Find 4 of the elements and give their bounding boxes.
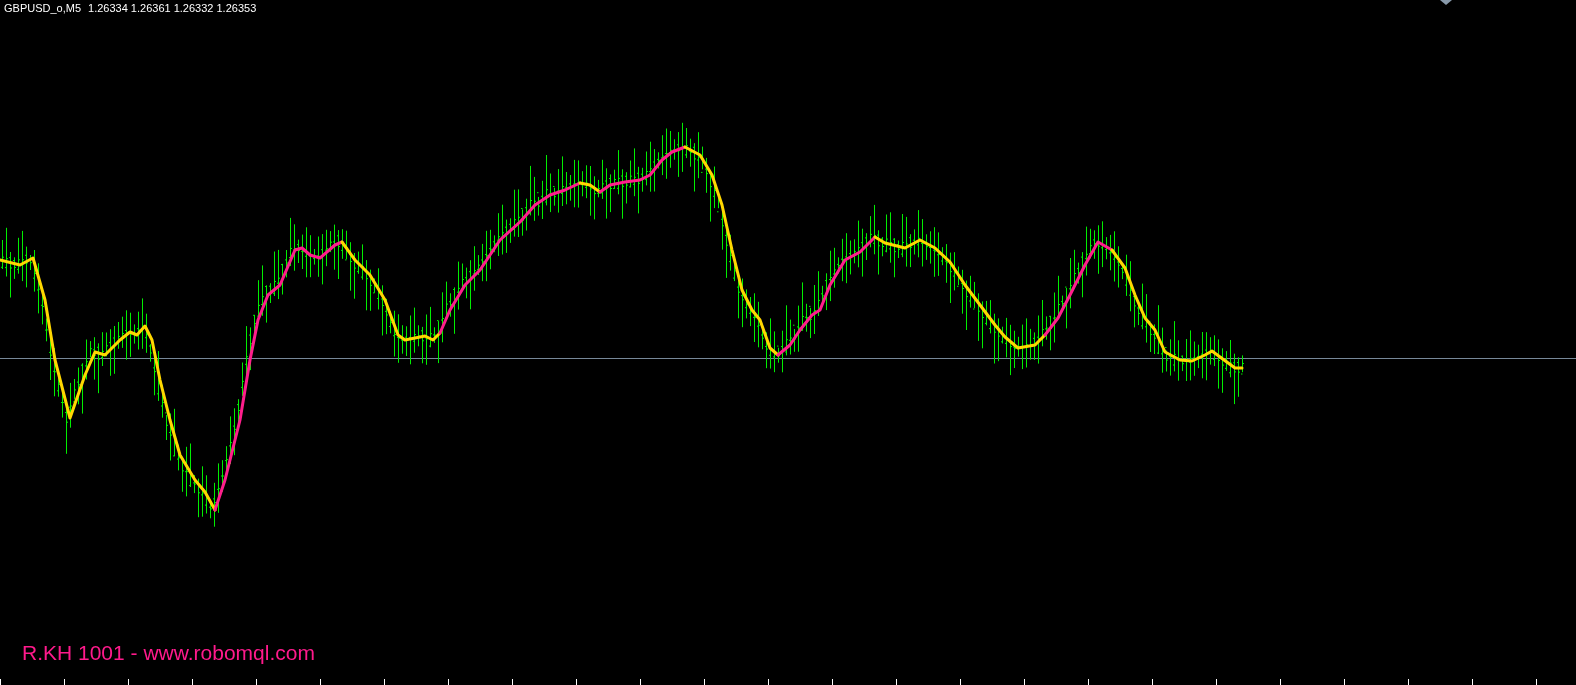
symbol-title: GBPUSD_o,M5: [4, 2, 82, 14]
triangle-icon[interactable]: [1440, 0, 1452, 5]
chart-label: R.KH 1001 - www.robomql.com: [22, 641, 315, 665]
ohlc-quote: 1.26334 1.26361 1.26332 1.26353: [88, 2, 257, 14]
